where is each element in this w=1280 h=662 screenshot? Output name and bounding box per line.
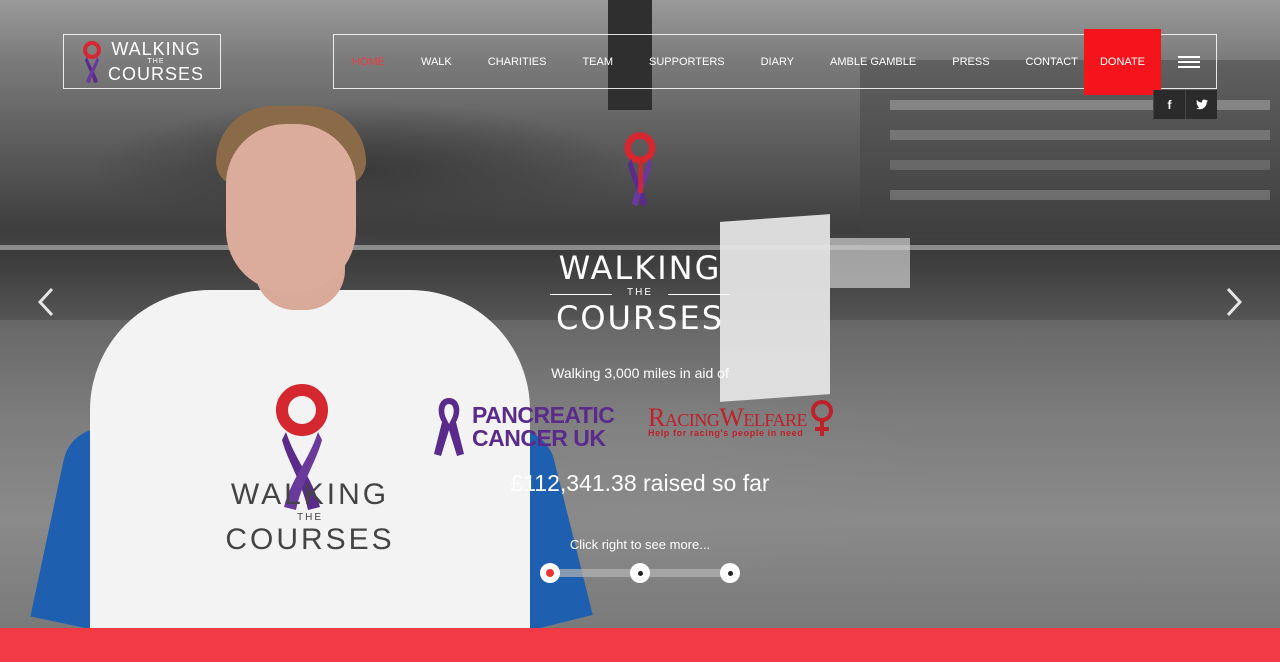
- shirt-word-top: WALKING: [230, 478, 390, 511]
- bottom-accent-bar: [0, 628, 1280, 662]
- center-logo-text: WALKING THE COURSES: [540, 252, 740, 334]
- background-board: [830, 238, 910, 288]
- center-logo-word-top: WALKING: [558, 249, 722, 287]
- nav-item-amble-gamble[interactable]: AMBLE GAMBLE: [812, 56, 934, 68]
- donate-button[interactable]: DONATE: [1084, 29, 1161, 95]
- background-grandstand: [860, 60, 1280, 260]
- twitter-icon[interactable]: [1185, 90, 1217, 119]
- ribbon-logo-icon: [82, 40, 101, 83]
- slider-dot-3[interactable]: [720, 563, 740, 583]
- center-logo-word-mid: THE: [540, 288, 740, 298]
- nav-item-home[interactable]: HOME: [334, 56, 403, 68]
- aid-text: Walking 3,000 miles in aid of: [551, 365, 729, 381]
- nav-item-press[interactable]: PRESS: [934, 56, 1007, 68]
- shirt-word-bottom: COURSES: [225, 523, 395, 556]
- nav-item-team[interactable]: TEAM: [564, 56, 631, 68]
- slider-dot-2[interactable]: [630, 563, 650, 583]
- social-links: f: [1153, 90, 1217, 119]
- hamburger-icon[interactable]: [1176, 53, 1202, 71]
- raised-amount: £112,341.38 raised so far: [510, 470, 770, 496]
- nav-item-contact[interactable]: CONTACT: [1008, 56, 1096, 68]
- slider-next-arrow[interactable]: [1222, 285, 1246, 319]
- nav-item-diary[interactable]: DIARY: [743, 56, 812, 68]
- charity-1-line2: CANCER UK: [472, 425, 606, 451]
- slider-dot-1[interactable]: [540, 563, 560, 583]
- chevron-left-icon: [37, 287, 54, 317]
- nav-item-charities[interactable]: CHARITIES: [470, 56, 565, 68]
- charity-logo-pancreatic-cancer[interactable]: PANCREATIC CANCER UK: [432, 396, 615, 458]
- center-logo-word-bottom: COURSES: [555, 299, 725, 337]
- slider-prev-arrow[interactable]: [34, 285, 58, 319]
- shirt-word-mid: THE: [297, 512, 323, 523]
- facebook-icon[interactable]: f: [1153, 90, 1185, 119]
- site-logo[interactable]: WALKING THE COURSES: [63, 34, 221, 89]
- center-ribbon-logo-icon: [624, 132, 656, 207]
- nav-item-walk[interactable]: WALK: [403, 56, 470, 68]
- nav-item-supporters[interactable]: SUPPORTERS: [631, 56, 743, 68]
- logo-word-top: WALKING: [111, 39, 201, 59]
- purple-ribbon-icon: [434, 398, 464, 456]
- person-head: [226, 124, 356, 292]
- female-symbol-icon: [811, 400, 834, 436]
- logo-word-bottom: COURSES: [107, 64, 204, 84]
- chevron-right-icon: [1226, 287, 1243, 317]
- charity-logo-racing-welfare[interactable]: RacingWelfare Help for racing's people i…: [648, 398, 835, 438]
- shirt-logo: WALKING THE COURSES: [220, 480, 400, 555]
- charity-1-line1: PANCREATIC: [472, 402, 615, 428]
- click-more-hint: Click right to see more...: [569, 537, 711, 552]
